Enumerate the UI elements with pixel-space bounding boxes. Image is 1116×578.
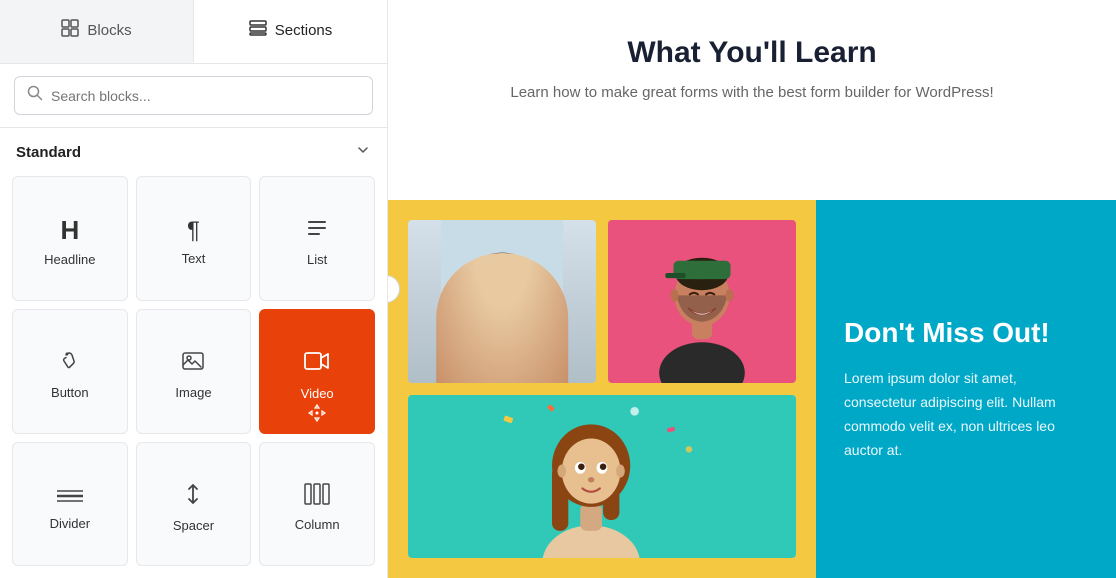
block-video-label: Video <box>301 386 334 401</box>
yellow-photo-area <box>388 200 816 578</box>
block-divider[interactable]: Divider <box>12 442 128 566</box>
main-content: What You'll Learn Learn how to make grea… <box>388 0 1116 578</box>
bottom-section: Don't Miss Out! Lorem ipsum dolor sit am… <box>388 200 1116 578</box>
text-icon: ¶ <box>187 217 200 245</box>
column-icon <box>304 483 330 511</box>
sidebar: Blocks Sections Sta <box>0 0 388 578</box>
blocks-grid: H Headline ¶ Text List <box>0 172 387 578</box>
search-input[interactable] <box>51 88 360 104</box>
block-button[interactable]: Button <box>12 309 128 435</box>
block-list-label: List <box>307 252 327 267</box>
headline-icon: H <box>60 215 79 246</box>
promo-text: Lorem ipsum dolor sit amet, consectetur … <box>844 367 1088 462</box>
image-icon <box>181 349 205 379</box>
block-text-label: Text <box>182 251 206 266</box>
standard-label: Standard <box>16 144 81 161</box>
block-headline[interactable]: H Headline <box>12 176 128 301</box>
blocks-icon <box>61 19 79 41</box>
tab-sections[interactable]: Sections <box>194 0 387 63</box>
block-column[interactable]: Column <box>259 442 375 566</box>
chevron-down-icon[interactable] <box>355 142 371 162</box>
spacer-icon <box>181 482 205 512</box>
block-headline-label: Headline <box>44 252 95 267</box>
sections-icon <box>249 19 267 41</box>
photo-person2 <box>608 220 796 383</box>
tab-blocks-label: Blocks <box>87 22 131 39</box>
photo-person1 <box>408 220 596 383</box>
learn-title: What You'll Learn <box>412 36 1092 70</box>
sidebar-tabs: Blocks Sections <box>0 0 387 64</box>
learn-section: What You'll Learn Learn how to make grea… <box>388 0 1116 200</box>
standard-section-header: Standard <box>0 128 387 172</box>
divider-icon <box>57 484 83 510</box>
block-image-label: Image <box>175 385 211 400</box>
block-spacer[interactable]: Spacer <box>136 442 252 566</box>
block-divider-label: Divider <box>50 516 90 531</box>
block-text[interactable]: ¶ Text <box>136 176 252 301</box>
button-icon <box>58 349 82 379</box>
learn-subtitle: Learn how to make great forms with the b… <box>412 84 1092 101</box>
tab-sections-label: Sections <box>275 22 333 39</box>
search-icon <box>27 85 43 106</box>
block-button-label: Button <box>51 385 89 400</box>
list-icon <box>305 216 329 246</box>
block-list[interactable]: List <box>259 176 375 301</box>
promo-title: Don't Miss Out! <box>844 316 1088 350</box>
search-area <box>0 64 387 128</box>
block-video[interactable]: Video <box>259 309 375 435</box>
promo-area: Don't Miss Out! Lorem ipsum dolor sit am… <box>816 200 1116 578</box>
block-column-label: Column <box>295 517 340 532</box>
video-icon <box>304 348 330 380</box>
move-icon <box>308 404 326 427</box>
search-box <box>14 76 373 115</box>
block-image[interactable]: Image <box>136 309 252 435</box>
tab-blocks[interactable]: Blocks <box>0 0 194 63</box>
content-area: What You'll Learn Learn how to make grea… <box>388 0 1116 578</box>
block-spacer-label: Spacer <box>173 518 214 533</box>
photo-person3 <box>408 395 796 558</box>
